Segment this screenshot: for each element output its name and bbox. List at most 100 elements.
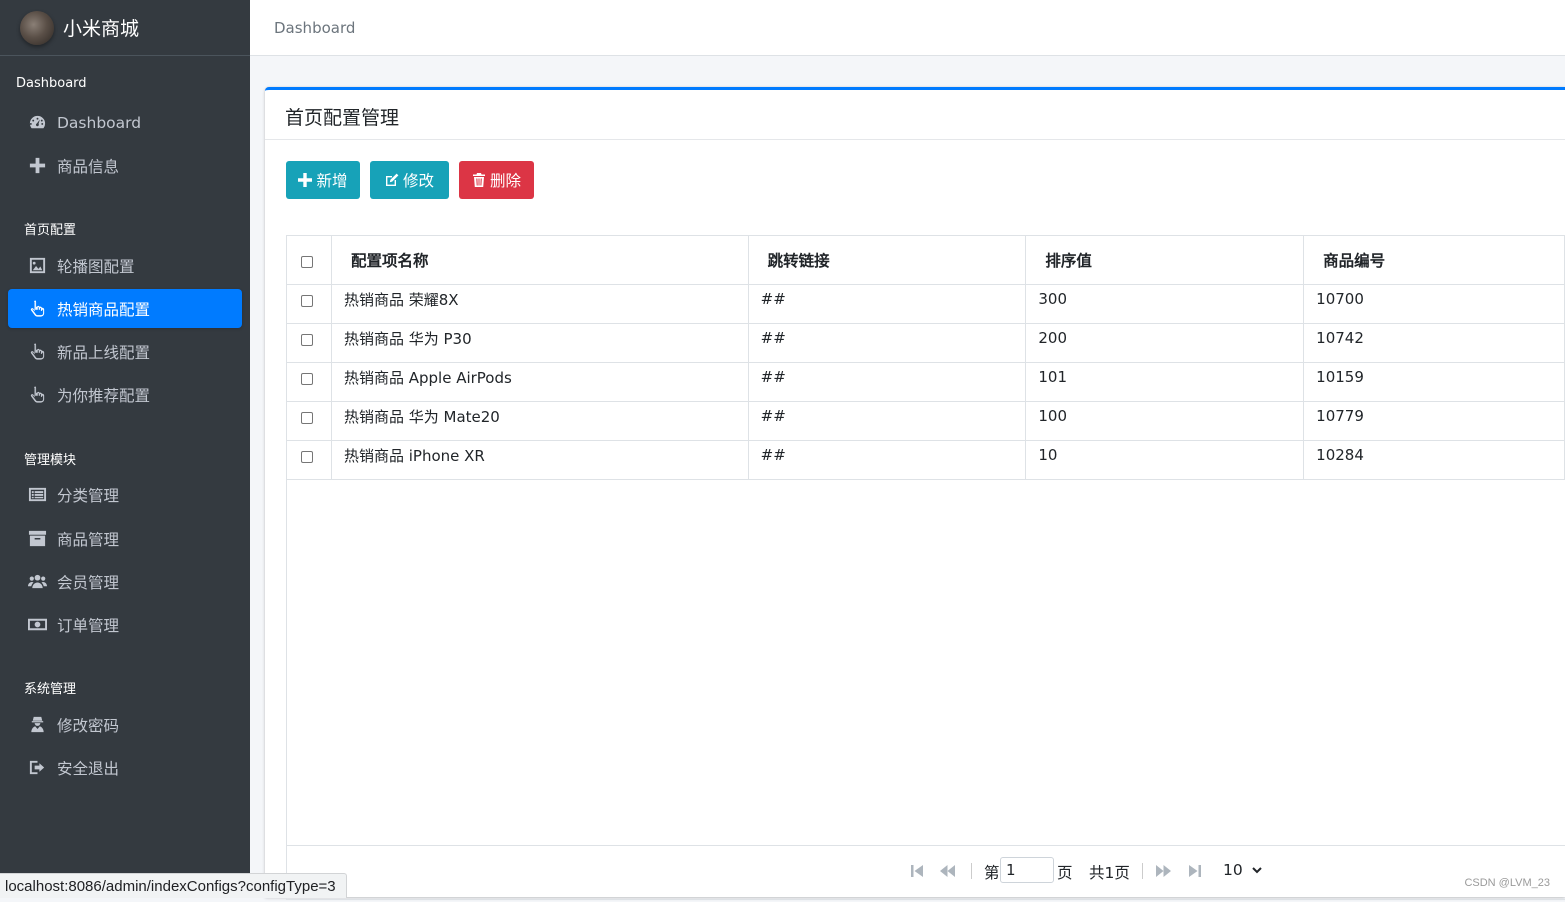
select-all-cell xyxy=(287,236,332,285)
browser-status-url: localhost:8086/admin/indexConfigs?config… xyxy=(0,873,347,898)
nav-header-homepage-config: 首页配置 xyxy=(24,223,77,238)
add-button[interactable]: 新增 xyxy=(286,161,360,199)
sidebar-item-label: 热销商品配置 xyxy=(57,300,151,319)
row-select-cell xyxy=(287,440,332,480)
plus-icon xyxy=(26,156,48,176)
users-icon xyxy=(26,572,48,592)
nav-header-dashboard: Dashboard xyxy=(16,76,87,91)
edit-icon xyxy=(385,173,399,186)
pager: 第 页 共1页 10 xyxy=(287,845,1565,902)
table-row[interactable]: 热销商品 华为 P30 ## 200 10742 xyxy=(287,323,1565,363)
cell-config-name: 热销商品 Apple AirPods xyxy=(331,362,749,402)
row-checkbox[interactable] xyxy=(301,295,313,307)
delete-button-label: 删除 xyxy=(489,172,521,190)
cell-goods-id: 10779 xyxy=(1303,401,1565,441)
list-alt-icon xyxy=(26,485,48,505)
sidebar-item-goods-manage[interactable]: 商品管理 xyxy=(8,519,242,558)
first-page-icon[interactable] xyxy=(909,863,925,879)
cell-config-name: 热销商品 荣耀8X xyxy=(331,284,749,324)
row-checkbox[interactable] xyxy=(301,451,313,463)
cell-redirect-url: ## xyxy=(748,284,1027,324)
row-select-cell xyxy=(287,323,332,363)
sidebar-item-label: 会员管理 xyxy=(57,573,120,592)
column-header-link[interactable]: 跳转链接 xyxy=(748,236,1027,285)
sidebar-item-dashboard[interactable]: Dashboard xyxy=(8,103,242,142)
page-title: 首页配置管理 xyxy=(285,107,400,129)
sidebar-item-recommend-config[interactable]: 为你推荐配置 xyxy=(8,375,242,414)
row-select-cell xyxy=(287,284,332,324)
breadcrumb-dashboard-link[interactable]: Dashboard xyxy=(274,19,355,37)
cell-config-rank: 300 xyxy=(1025,284,1305,324)
sidebar-item-label: 轮播图配置 xyxy=(57,257,135,276)
sidebar-item-logout[interactable]: 安全退出 xyxy=(8,748,242,787)
sidebar-item-new-goods-config[interactable]: 新品上线配置 xyxy=(8,332,242,371)
sidebar-item-hot-goods-config[interactable]: 热销商品配置 xyxy=(8,289,242,328)
config-table: 配置项名称 跳转链接 排序值 商品编号 热销商品 荣耀8X ## 300 107… xyxy=(287,236,1565,480)
column-header-rank[interactable]: 排序值 xyxy=(1025,236,1305,285)
add-button-label: 新增 xyxy=(316,172,348,190)
sidebar-item-label: 修改密码 xyxy=(57,716,120,735)
sidebar-item-label: 分类管理 xyxy=(57,486,120,505)
table-row[interactable]: 热销商品 荣耀8X ## 300 10700 xyxy=(287,284,1565,324)
brand-logo xyxy=(20,10,54,45)
row-checkbox[interactable] xyxy=(301,412,313,424)
chevron-down-icon xyxy=(1251,867,1262,874)
pager-separator xyxy=(971,863,972,879)
pager-separator xyxy=(1142,863,1143,879)
table-row[interactable]: 热销商品 iPhone XR ## 10 10284 xyxy=(287,440,1565,480)
plus-icon xyxy=(298,173,313,187)
cell-goods-id: 10700 xyxy=(1303,284,1565,324)
brand-link[interactable]: 小米商城 xyxy=(0,0,250,56)
sidebar-item-order-manage[interactable]: 订单管理 xyxy=(8,605,242,644)
sidebar-item-carousel-config[interactable]: 轮播图配置 xyxy=(8,246,242,285)
hand-pointer-icon xyxy=(26,342,48,362)
sidebar-item-label: 商品管理 xyxy=(57,530,120,549)
nav-header-system: 系统管理 xyxy=(24,682,77,697)
cell-config-rank: 100 xyxy=(1025,401,1305,441)
sidebar-item-category-manage[interactable]: 分类管理 xyxy=(8,475,242,514)
sign-out-icon xyxy=(26,758,48,778)
next-page-icon[interactable] xyxy=(1155,863,1171,879)
delete-button[interactable]: 删除 xyxy=(459,161,534,199)
row-select-cell xyxy=(287,401,332,441)
config-grid: 配置项名称 跳转链接 排序值 商品编号 热销商品 荣耀8X ## 300 107… xyxy=(286,235,1565,900)
select-all-checkbox[interactable] xyxy=(301,255,313,268)
row-checkbox[interactable] xyxy=(301,373,313,385)
hand-pointer-icon xyxy=(26,299,48,319)
sidebar-item-label: 新品上线配置 xyxy=(57,343,151,362)
row-checkbox[interactable] xyxy=(301,334,313,346)
sidebar-item-label: 订单管理 xyxy=(57,616,120,635)
nav-header-management: 管理模块 xyxy=(24,453,77,468)
cell-config-name: 热销商品 华为 P30 xyxy=(331,323,749,363)
sidebar-item-label: 商品信息 xyxy=(57,157,120,176)
cell-config-rank: 101 xyxy=(1025,362,1305,402)
cell-redirect-url: ## xyxy=(748,362,1027,402)
table-row[interactable]: 热销商品 Apple AirPods ## 101 10159 xyxy=(287,362,1565,402)
cell-config-rank: 200 xyxy=(1025,323,1305,363)
last-page-icon[interactable] xyxy=(1187,863,1203,879)
prev-page-icon[interactable] xyxy=(940,863,956,879)
column-header-goods-id[interactable]: 商品编号 xyxy=(1303,236,1565,285)
table-header-row: 配置项名称 跳转链接 排序值 商品编号 xyxy=(287,236,1565,285)
cell-goods-id: 10159 xyxy=(1303,362,1565,402)
hand-pointer-icon xyxy=(26,385,48,405)
cell-config-name: 热销商品 华为 Mate20 xyxy=(331,401,749,441)
page-label-prefix: 第 xyxy=(984,864,1000,882)
card-header: 首页配置管理 xyxy=(265,90,1565,140)
page-label-suffix: 页 xyxy=(1057,864,1073,882)
edit-button[interactable]: 修改 xyxy=(370,161,449,199)
sidebar-item-change-password[interactable]: 修改密码 xyxy=(8,705,242,744)
image-icon xyxy=(26,256,48,276)
money-bill-icon xyxy=(26,615,48,635)
cell-goods-id: 10742 xyxy=(1303,323,1565,363)
page-number-input[interactable] xyxy=(1000,857,1054,883)
table-row[interactable]: 热销商品 华为 Mate20 ## 100 10779 xyxy=(287,401,1565,441)
sidebar-item-product-info[interactable]: 商品信息 xyxy=(8,146,242,185)
tachometer-icon xyxy=(26,113,48,133)
sidebar-item-label: 安全退出 xyxy=(57,759,120,778)
config-card: 首页配置管理 新增 修改 删除 配置项名称 跳转链接 排序值 商品编号 热销商品… xyxy=(265,87,1565,900)
edit-button-label: 修改 xyxy=(402,172,434,190)
page-size-select[interactable]: 10 xyxy=(1223,861,1262,879)
column-header-name[interactable]: 配置项名称 xyxy=(331,236,749,285)
sidebar-item-member-manage[interactable]: 会员管理 xyxy=(8,562,242,601)
